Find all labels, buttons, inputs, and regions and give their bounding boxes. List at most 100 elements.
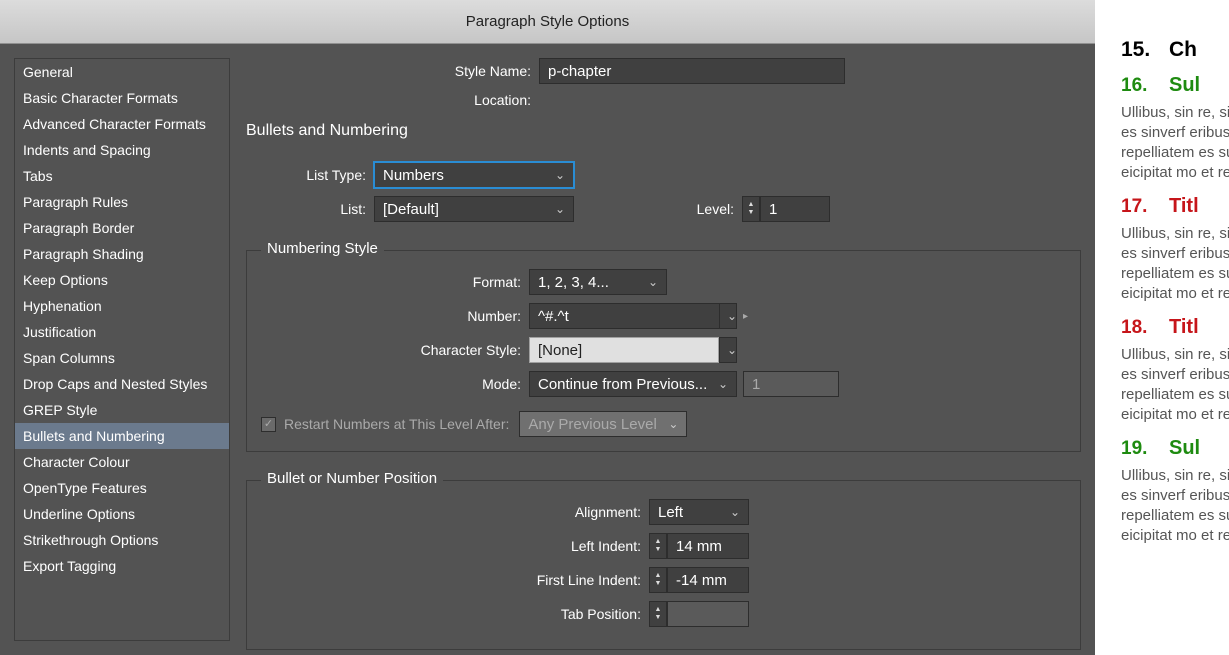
mode-dropdown[interactable]: Continue from Previous... ⌄ (529, 371, 737, 397)
sidebar-item[interactable]: Paragraph Rules (15, 189, 229, 215)
left-indent-input[interactable] (667, 533, 749, 559)
list-type-label: List Type: (246, 167, 366, 183)
sidebar-item[interactable]: Paragraph Border (15, 215, 229, 241)
preview-body-line: eicipitat mo et rei (1121, 526, 1229, 546)
dialog-title: Paragraph Style Options (0, 0, 1095, 44)
preview-body-line: es sinverf eribus si (1121, 486, 1229, 506)
chevron-down-icon: ⌄ (727, 309, 737, 323)
preview-heading-text: Ch (1169, 38, 1197, 61)
sidebar-item[interactable]: Hyphenation (15, 293, 229, 319)
section-title: Bullets and Numbering (246, 122, 1081, 140)
mode-label: Mode: (261, 376, 521, 392)
restart-level-value: Any Previous Level (528, 416, 656, 433)
mode-value: Continue from Previous... (538, 376, 707, 393)
sidebar-item[interactable]: GREP Style (15, 397, 229, 423)
sidebar-item[interactable]: Advanced Character Formats (15, 111, 229, 137)
preview-heading-number: 19. (1121, 438, 1169, 460)
stepper-buttons-icon[interactable]: ▲▼ (742, 196, 760, 222)
preview-body-line: repelliatem es sus (1121, 506, 1229, 526)
list-value: [Default] (383, 201, 439, 218)
sidebar-item[interactable]: Justification (15, 319, 229, 345)
left-indent-label: Left Indent: (261, 538, 641, 554)
sidebar-item[interactable]: OpenType Features (15, 475, 229, 501)
sidebar-item[interactable]: Strikethrough Options (15, 527, 229, 553)
char-style-flyout-button[interactable]: ⌄ (719, 337, 737, 363)
chevron-down-icon: ⌄ (555, 168, 565, 182)
alignment-dropdown[interactable]: Left ⌄ (649, 499, 749, 525)
char-style-label: Character Style: (261, 342, 521, 358)
preview-body-line: Ullibus, sin re, si c (1121, 466, 1229, 486)
preview-body-line: eicipitat mo et rei (1121, 163, 1229, 183)
preview-heading-number: 17. (1121, 196, 1169, 218)
stepper-buttons-icon[interactable]: ▲▼ (649, 567, 667, 593)
level-label: Level: (574, 201, 734, 217)
list-type-value: Numbers (383, 167, 444, 184)
panel-content: Style Name: Location: Bullets and Number… (246, 58, 1081, 641)
tab-position-input[interactable] (667, 601, 749, 627)
location-label: Location: (246, 92, 531, 108)
list-dropdown[interactable]: [Default] ⌄ (374, 196, 574, 222)
preview-body-line: Ullibus, sin re, si c (1121, 224, 1229, 244)
level-stepper[interactable]: ▲▼ (742, 196, 830, 222)
preview-body-line: es sinverf eribus si (1121, 365, 1229, 385)
sidebar-item[interactable]: Bullets and Numbering (15, 423, 229, 449)
alignment-value: Left (658, 504, 683, 521)
preview-heading-number: 16. (1121, 75, 1169, 97)
chevron-down-icon: ⌄ (668, 417, 678, 431)
level-input[interactable] (760, 196, 830, 222)
preview-heading-text: Titl (1169, 316, 1199, 338)
chevron-down-icon: ⌄ (730, 505, 740, 519)
chevron-down-icon: ⌄ (555, 202, 565, 216)
category-sidebar: GeneralBasic Character FormatsAdvanced C… (14, 58, 230, 641)
sidebar-item[interactable]: Keep Options (15, 267, 229, 293)
char-style-dropdown[interactable]: [None] (529, 337, 719, 363)
first-line-input[interactable] (667, 567, 749, 593)
sidebar-item[interactable]: Span Columns (15, 345, 229, 371)
sidebar-item[interactable]: Underline Options (15, 501, 229, 527)
sidebar-item[interactable]: Paragraph Shading (15, 241, 229, 267)
sidebar-item[interactable]: Character Colour (15, 449, 229, 475)
preview-body-line: es sinverf eribus si (1121, 123, 1229, 143)
sidebar-item[interactable]: Tabs (15, 163, 229, 189)
stepper-buttons-icon[interactable]: ▲▼ (649, 601, 667, 627)
document-preview: 15.Ch16.SulUllibus, sin re, si ces sinve… (1105, 0, 1229, 655)
mode-number-input (743, 371, 839, 397)
preview-body-line: Ullibus, sin re, si c (1121, 103, 1229, 123)
restart-checkbox[interactable]: ✓ (261, 417, 276, 432)
preview-heading-number: 18. (1121, 317, 1169, 339)
format-label: Format: (261, 274, 521, 290)
sidebar-item[interactable]: Drop Caps and Nested Styles (15, 371, 229, 397)
sidebar-item[interactable]: Basic Character Formats (15, 85, 229, 111)
first-line-stepper[interactable]: ▲▼ (649, 567, 749, 593)
preview-heading-number: 15. (1121, 38, 1169, 62)
restart-label: Restart Numbers at This Level After: (284, 416, 509, 432)
chevron-down-icon: ⌄ (648, 275, 658, 289)
tab-position-stepper[interactable]: ▲▼ (649, 601, 749, 627)
number-input[interactable] (529, 303, 719, 329)
format-dropdown[interactable]: 1, 2, 3, 4... ⌄ (529, 269, 667, 295)
position-legend: Bullet or Number Position (261, 470, 443, 487)
sidebar-item[interactable]: General (15, 59, 229, 85)
preview-body-line: eicipitat mo et rei (1121, 284, 1229, 304)
numbering-style-legend: Numbering Style (261, 240, 384, 257)
char-style-value: [None] (538, 342, 582, 359)
preview-body-line: eicipitat mo et rei (1121, 405, 1229, 425)
sidebar-item[interactable]: Export Tagging (15, 553, 229, 579)
paragraph-style-options-dialog: Paragraph Style Options GeneralBasic Cha… (0, 0, 1095, 655)
preview-body-line: Ullibus, sin re, si c (1121, 345, 1229, 365)
number-flyout-button[interactable]: ⌄ (719, 303, 737, 329)
restart-level-dropdown: Any Previous Level ⌄ (519, 411, 687, 437)
style-name-input[interactable] (539, 58, 845, 84)
list-type-dropdown[interactable]: Numbers ⌄ (374, 162, 574, 188)
stepper-buttons-icon[interactable]: ▲▼ (649, 533, 667, 559)
insert-special-icon[interactable]: ▸ (743, 311, 748, 322)
first-line-label: First Line Indent: (261, 572, 641, 588)
left-indent-stepper[interactable]: ▲▼ (649, 533, 749, 559)
alignment-label: Alignment: (261, 504, 641, 520)
style-name-label: Style Name: (246, 63, 531, 79)
preview-body-line: repelliatem es sus (1121, 264, 1229, 284)
sidebar-item[interactable]: Indents and Spacing (15, 137, 229, 163)
format-value: 1, 2, 3, 4... (538, 274, 609, 291)
tab-position-label: Tab Position: (261, 606, 641, 622)
preview-body-line: repelliatem es sus (1121, 385, 1229, 405)
